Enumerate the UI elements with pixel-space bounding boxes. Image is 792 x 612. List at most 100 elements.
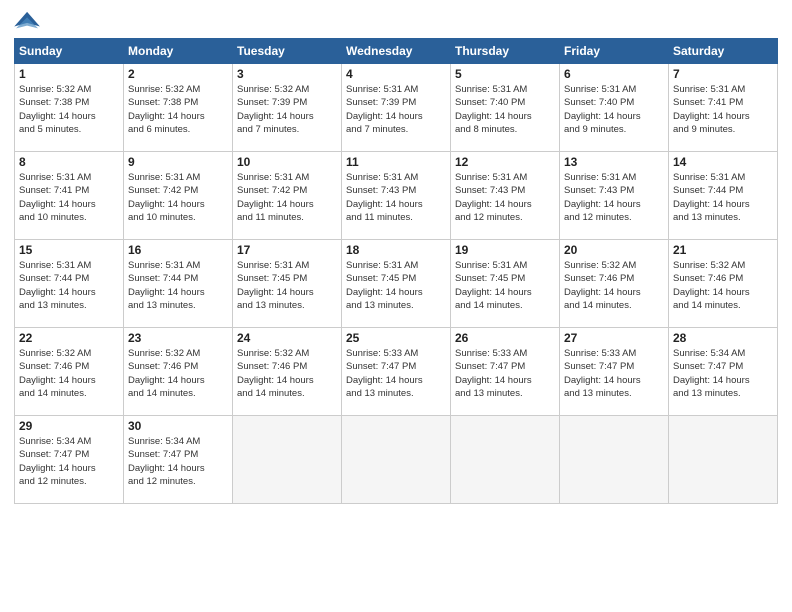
day-number: 22 [19, 331, 119, 345]
day-number: 11 [346, 155, 446, 169]
calendar-cell [560, 416, 669, 504]
col-header-saturday: Saturday [669, 39, 778, 64]
cell-info: Sunrise: 5:31 AMSunset: 7:45 PMDaylight:… [237, 259, 337, 312]
calendar-cell: 17 Sunrise: 5:31 AMSunset: 7:45 PMDayligh… [233, 240, 342, 328]
day-number: 13 [564, 155, 664, 169]
page: SundayMondayTuesdayWednesdayThursdayFrid… [0, 0, 792, 612]
week-row-1: 1 Sunrise: 5:32 AMSunset: 7:38 PMDaylight… [15, 64, 778, 152]
day-number: 7 [673, 67, 773, 81]
day-number: 1 [19, 67, 119, 81]
logo [14, 10, 44, 32]
cell-info: Sunrise: 5:32 AMSunset: 7:46 PMDaylight:… [237, 347, 337, 400]
day-number: 23 [128, 331, 228, 345]
cell-info: Sunrise: 5:31 AMSunset: 7:42 PMDaylight:… [237, 171, 337, 224]
calendar-cell: 1 Sunrise: 5:32 AMSunset: 7:38 PMDaylight… [15, 64, 124, 152]
header [14, 10, 778, 32]
day-number: 27 [564, 331, 664, 345]
calendar-cell: 21 Sunrise: 5:32 AMSunset: 7:46 PMDayligh… [669, 240, 778, 328]
calendar-cell [669, 416, 778, 504]
col-header-wednesday: Wednesday [342, 39, 451, 64]
cell-info: Sunrise: 5:32 AMSunset: 7:38 PMDaylight:… [128, 83, 228, 136]
calendar-cell: 23 Sunrise: 5:32 AMSunset: 7:46 PMDayligh… [124, 328, 233, 416]
calendar-cell: 25 Sunrise: 5:33 AMSunset: 7:47 PMDayligh… [342, 328, 451, 416]
calendar-cell: 15 Sunrise: 5:31 AMSunset: 7:44 PMDayligh… [15, 240, 124, 328]
cell-info: Sunrise: 5:32 AMSunset: 7:46 PMDaylight:… [19, 347, 119, 400]
cell-info: Sunrise: 5:33 AMSunset: 7:47 PMDaylight:… [346, 347, 446, 400]
calendar-cell [342, 416, 451, 504]
day-number: 26 [455, 331, 555, 345]
day-number: 12 [455, 155, 555, 169]
day-number: 18 [346, 243, 446, 257]
day-number: 30 [128, 419, 228, 433]
day-number: 6 [564, 67, 664, 81]
calendar-cell: 5 Sunrise: 5:31 AMSunset: 7:40 PMDaylight… [451, 64, 560, 152]
calendar-cell: 28 Sunrise: 5:34 AMSunset: 7:47 PMDayligh… [669, 328, 778, 416]
day-number: 17 [237, 243, 337, 257]
calendar-cell: 4 Sunrise: 5:31 AMSunset: 7:39 PMDaylight… [342, 64, 451, 152]
day-number: 21 [673, 243, 773, 257]
cell-info: Sunrise: 5:31 AMSunset: 7:43 PMDaylight:… [346, 171, 446, 224]
week-row-3: 15 Sunrise: 5:31 AMSunset: 7:44 PMDayligh… [15, 240, 778, 328]
col-header-friday: Friday [560, 39, 669, 64]
calendar-cell: 24 Sunrise: 5:32 AMSunset: 7:46 PMDayligh… [233, 328, 342, 416]
day-number: 28 [673, 331, 773, 345]
week-row-2: 8Sunrise: 5:31 AMSunset: 7:41 PMDaylight… [15, 152, 778, 240]
cell-info: Sunrise: 5:31 AMSunset: 7:42 PMDaylight:… [128, 171, 228, 224]
cell-info: Sunrise: 5:34 AMSunset: 7:47 PMDaylight:… [19, 435, 119, 488]
calendar-cell: 3 Sunrise: 5:32 AMSunset: 7:39 PMDaylight… [233, 64, 342, 152]
cell-info: Sunrise: 5:31 AMSunset: 7:40 PMDaylight:… [455, 83, 555, 136]
cell-info: Sunrise: 5:32 AMSunset: 7:39 PMDaylight:… [237, 83, 337, 136]
header-row: SundayMondayTuesdayWednesdayThursdayFrid… [15, 39, 778, 64]
cell-info: Sunrise: 5:32 AMSunset: 7:46 PMDaylight:… [673, 259, 773, 312]
cell-info: Sunrise: 5:32 AMSunset: 7:38 PMDaylight:… [19, 83, 119, 136]
week-row-4: 22 Sunrise: 5:32 AMSunset: 7:46 PMDayligh… [15, 328, 778, 416]
calendar-cell: 11 Sunrise: 5:31 AMSunset: 7:43 PMDayligh… [342, 152, 451, 240]
calendar-cell: 7 Sunrise: 5:31 AMSunset: 7:41 PMDaylight… [669, 64, 778, 152]
day-number: 5 [455, 67, 555, 81]
col-header-monday: Monday [124, 39, 233, 64]
calendar-cell [233, 416, 342, 504]
day-number: 14 [673, 155, 773, 169]
day-number: 8 [19, 155, 119, 169]
cell-info: Sunrise: 5:31 AMSunset: 7:40 PMDaylight:… [564, 83, 664, 136]
day-number: 24 [237, 331, 337, 345]
day-number: 10 [237, 155, 337, 169]
calendar-cell: 6 Sunrise: 5:31 AMSunset: 7:40 PMDaylight… [560, 64, 669, 152]
col-header-sunday: Sunday [15, 39, 124, 64]
calendar-cell: 19Sunrise: 5:31 AMSunset: 7:45 PMDayligh… [451, 240, 560, 328]
cell-info: Sunrise: 5:33 AMSunset: 7:47 PMDaylight:… [564, 347, 664, 400]
calendar-cell: 16 Sunrise: 5:31 AMSunset: 7:44 PMDayligh… [124, 240, 233, 328]
day-number: 25 [346, 331, 446, 345]
cell-info: Sunrise: 5:33 AMSunset: 7:47 PMDaylight:… [455, 347, 555, 400]
calendar-cell: 22 Sunrise: 5:32 AMSunset: 7:46 PMDayligh… [15, 328, 124, 416]
day-number: 2 [128, 67, 228, 81]
cell-info: Sunrise: 5:31 AMSunset: 7:44 PMDaylight:… [128, 259, 228, 312]
cell-info: Sunrise: 5:34 AMSunset: 7:47 PMDaylight:… [128, 435, 228, 488]
cell-info: Sunrise: 5:31 AMSunset: 7:45 PMDaylight:… [346, 259, 446, 312]
cell-info: Sunrise: 5:31 AMSunset: 7:43 PMDaylight:… [564, 171, 664, 224]
cell-info: Sunrise: 5:31 AMSunset: 7:43 PMDaylight:… [455, 171, 555, 224]
calendar-cell: 9Sunrise: 5:31 AMSunset: 7:42 PMDaylight… [124, 152, 233, 240]
calendar-cell: 14 Sunrise: 5:31 AMSunset: 7:44 PMDayligh… [669, 152, 778, 240]
calendar-cell: 2 Sunrise: 5:32 AMSunset: 7:38 PMDaylight… [124, 64, 233, 152]
calendar-cell: 10 Sunrise: 5:31 AMSunset: 7:42 PMDayligh… [233, 152, 342, 240]
day-number: 3 [237, 67, 337, 81]
cell-info: Sunrise: 5:31 AMSunset: 7:44 PMDaylight:… [19, 259, 119, 312]
day-number: 4 [346, 67, 446, 81]
calendar-cell: 30 Sunrise: 5:34 AMSunset: 7:47 PMDayligh… [124, 416, 233, 504]
day-number: 15 [19, 243, 119, 257]
day-number: 16 [128, 243, 228, 257]
calendar-table: SundayMondayTuesdayWednesdayThursdayFrid… [14, 38, 778, 504]
cell-info: Sunrise: 5:31 AMSunset: 7:41 PMDaylight:… [673, 83, 773, 136]
cell-info: Sunrise: 5:31 AMSunset: 7:44 PMDaylight:… [673, 171, 773, 224]
calendar-cell: 18 Sunrise: 5:31 AMSunset: 7:45 PMDayligh… [342, 240, 451, 328]
calendar-cell: 13 Sunrise: 5:31 AMSunset: 7:43 PMDayligh… [560, 152, 669, 240]
cell-info: Sunrise: 5:32 AMSunset: 7:46 PMDaylight:… [128, 347, 228, 400]
day-number: 19 [455, 243, 555, 257]
day-number: 29 [19, 419, 119, 433]
calendar-cell: 29 Sunrise: 5:34 AMSunset: 7:47 PMDayligh… [15, 416, 124, 504]
cell-info: Sunrise: 5:31 AMSunset: 7:39 PMDaylight:… [346, 83, 446, 136]
calendar-cell: 26 Sunrise: 5:33 AMSunset: 7:47 PMDayligh… [451, 328, 560, 416]
calendar-cell [451, 416, 560, 504]
cell-info: Sunrise: 5:34 AMSunset: 7:47 PMDaylight:… [673, 347, 773, 400]
